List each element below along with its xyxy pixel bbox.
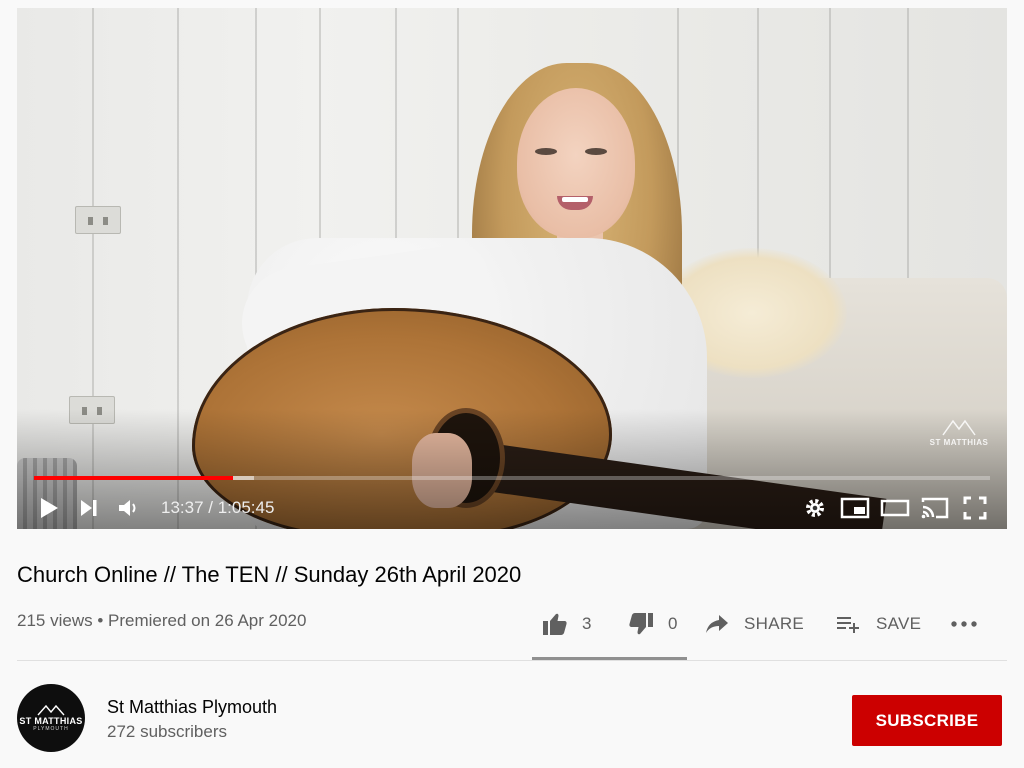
video-frame	[17, 8, 1007, 529]
avatar-text: ST MATTHIAS	[19, 716, 83, 726]
cast-icon	[921, 497, 949, 519]
like-button[interactable]: 3	[532, 603, 614, 645]
more-actions-button[interactable]	[944, 603, 984, 645]
progress-bar[interactable]	[34, 476, 990, 480]
video-meta: 215 views • Premiered on 26 Apr 2020	[17, 611, 307, 630]
video-player[interactable]: ST MATTHIAS 13:37 / 1:05:45	[17, 8, 1007, 529]
thumbs-up-icon	[543, 613, 567, 635]
fullscreen-icon	[963, 496, 987, 520]
settings-icon	[806, 499, 824, 517]
mountain-logo-icon	[37, 704, 65, 716]
settings-button[interactable]	[795, 488, 835, 528]
playlist-add-icon	[837, 617, 859, 633]
subscribe-button[interactable]: SUBSCRIBE	[852, 695, 1002, 746]
share-label: SHARE	[744, 614, 805, 633]
play-button[interactable]	[29, 488, 69, 528]
theater-icon	[880, 499, 910, 517]
save-button[interactable]: SAVE	[824, 603, 944, 645]
channel-name[interactable]: St Matthias Plymouth	[107, 697, 277, 718]
play-icon	[41, 498, 58, 518]
save-label: SAVE	[876, 614, 922, 633]
divider	[17, 660, 1007, 661]
subscriber-count: 272 subscribers	[107, 722, 228, 741]
mountain-logo-icon	[942, 419, 976, 436]
time-display: 13:37 / 1:05:45	[161, 498, 275, 517]
watch-page: ST MATTHIAS 13:37 / 1:05:45 Church Onlin…	[0, 0, 1024, 768]
next-button[interactable]	[69, 488, 109, 528]
dislike-button[interactable]: 0	[614, 603, 696, 645]
share-icon	[706, 615, 728, 633]
progress-played	[34, 476, 233, 480]
channel-watermark[interactable]: ST MATTHIAS	[929, 418, 989, 447]
thumbs-down-icon	[629, 613, 653, 635]
next-icon	[81, 500, 97, 516]
player-controls: 13:37 / 1:05:45	[17, 486, 1007, 529]
dislike-count: 0	[668, 614, 678, 633]
miniplayer-button[interactable]	[835, 488, 875, 528]
more-horizontal-icon	[951, 621, 977, 627]
mute-button[interactable]	[109, 488, 149, 528]
theater-mode-button[interactable]	[875, 488, 915, 528]
volume-icon	[119, 500, 136, 516]
video-title: Church Online // The TEN // Sunday 26th …	[17, 562, 522, 587]
miniplayer-icon	[840, 497, 870, 519]
like-count: 3	[582, 614, 592, 633]
share-button[interactable]: SHARE	[696, 603, 824, 645]
avatar-subtext: PLYMOUTH	[33, 726, 69, 732]
watermark-text: ST MATTHIAS	[929, 438, 989, 447]
video-actions: 3 0 SHARE SAVE	[532, 603, 984, 645]
channel-avatar[interactable]: ST MATTHIAS PLYMOUTH	[17, 684, 85, 752]
cast-button[interactable]	[915, 488, 955, 528]
fullscreen-button[interactable]	[955, 488, 995, 528]
